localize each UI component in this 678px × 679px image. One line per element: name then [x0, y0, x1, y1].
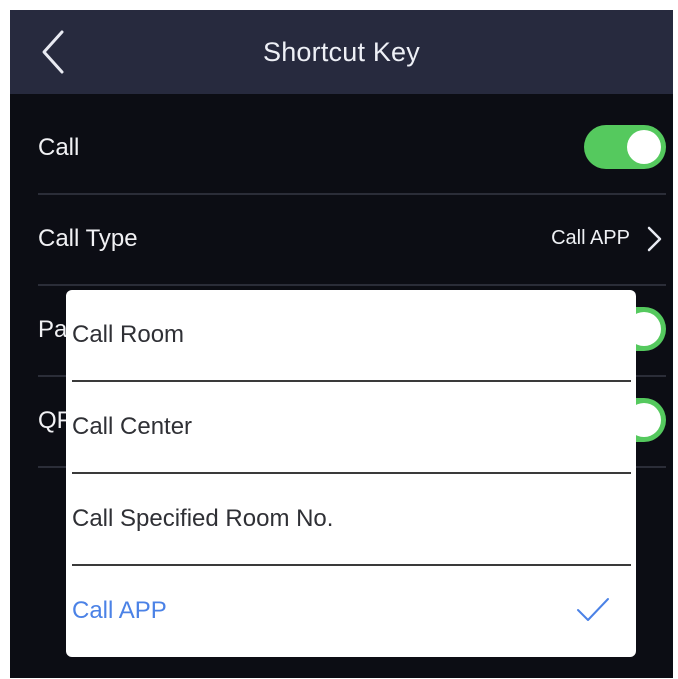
call-type-label: Call Type — [38, 225, 138, 252]
option-label: Call Center — [72, 413, 193, 440]
call-label: Call — [38, 134, 80, 161]
checkmark-icon — [577, 598, 609, 621]
page-title: Shortcut Key — [263, 37, 420, 67]
option-label: Call APP — [72, 597, 167, 624]
option-call-room[interactable]: Call Room — [66, 290, 636, 382]
option-call-app[interactable]: Call APP — [66, 566, 636, 657]
chevron-right-icon — [647, 226, 662, 252]
call-type-value: Call APP — [551, 227, 630, 249]
shortcut-key-screen: Shortcut Key Call Call Type Call APP Pa … — [10, 10, 673, 678]
option-call-center[interactable]: Call Center — [66, 382, 636, 474]
call-type-dropdown: Call Room Call Center Call Specified Roo… — [66, 290, 636, 657]
header-bar: Shortcut Key — [10, 10, 673, 94]
option-call-specified-room[interactable]: Call Specified Room No. — [66, 474, 636, 566]
setting-row-call-type[interactable]: Call Type Call APP — [38, 193, 666, 286]
option-label: Call Specified Room No. — [72, 505, 334, 532]
option-label: Call Room — [72, 321, 185, 348]
row-3-label: Pa — [38, 316, 68, 343]
setting-row-call: Call — [38, 102, 666, 195]
call-toggle[interactable] — [584, 125, 666, 169]
toggle-knob — [627, 130, 661, 164]
